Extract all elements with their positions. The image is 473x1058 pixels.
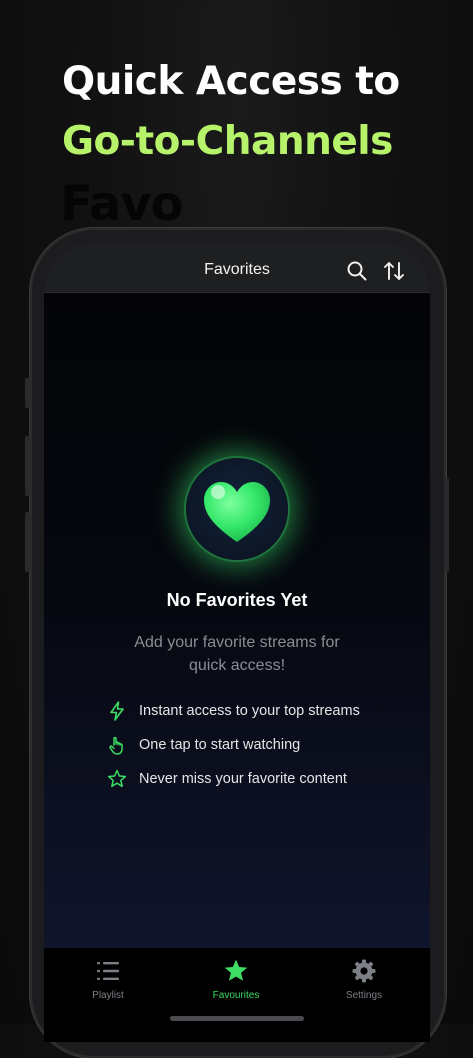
heart-badge <box>186 458 288 560</box>
side-button <box>25 378 30 408</box>
empty-state-title: No Favorites Yet <box>166 590 308 610</box>
feature-item: Instant access to your top streams <box>106 700 360 722</box>
home-indicator <box>170 1016 304 1021</box>
gear-icon <box>352 959 376 983</box>
headline-line-1: Quick Access to <box>62 59 400 104</box>
feature-item: Never miss your favorite content <box>106 768 347 790</box>
side-button <box>444 478 449 572</box>
tab-label: Playlist <box>92 990 124 1001</box>
tab-settings[interactable]: Settings <box>314 958 414 1001</box>
list-icon <box>97 962 119 980</box>
feature-label: Never miss your favorite content <box>139 771 347 787</box>
tab-playlist[interactable]: Playlist <box>58 958 158 1001</box>
side-button <box>25 512 30 572</box>
tap-hand-icon <box>109 736 123 755</box>
tab-label: Settings <box>345 990 383 1001</box>
tab-label: Favourites <box>212 990 260 1001</box>
navigation-bar: Favorites <box>44 242 430 293</box>
star-icon <box>224 959 248 981</box>
ghost-text: Favo <box>60 176 184 232</box>
search-icon[interactable] <box>346 260 368 282</box>
sort-arrows-icon[interactable] <box>383 260 405 282</box>
feature-item: One tap to start watching <box>106 734 300 756</box>
bolt-icon <box>110 701 124 721</box>
app-screen: Favorites No Favorites Yet Add your favo… <box>44 242 430 1042</box>
feature-label: Instant access to your top streams <box>139 703 360 719</box>
heart-icon <box>204 482 270 542</box>
side-button <box>25 436 30 496</box>
page-title: Favorites <box>204 261 270 278</box>
tab-bar: Playlist Favourites Settings <box>44 948 430 1042</box>
empty-state-subtitle: Add your favorite streams for quick acce… <box>134 634 340 674</box>
feature-label: One tap to start watching <box>139 737 301 753</box>
star-outline-icon <box>107 769 127 788</box>
headline-line-2: Go-to-Channels <box>62 119 393 164</box>
tab-favourites[interactable]: Favourites <box>186 958 286 1001</box>
promo-headline: Quick Access to Go-to-Channels <box>62 52 400 172</box>
